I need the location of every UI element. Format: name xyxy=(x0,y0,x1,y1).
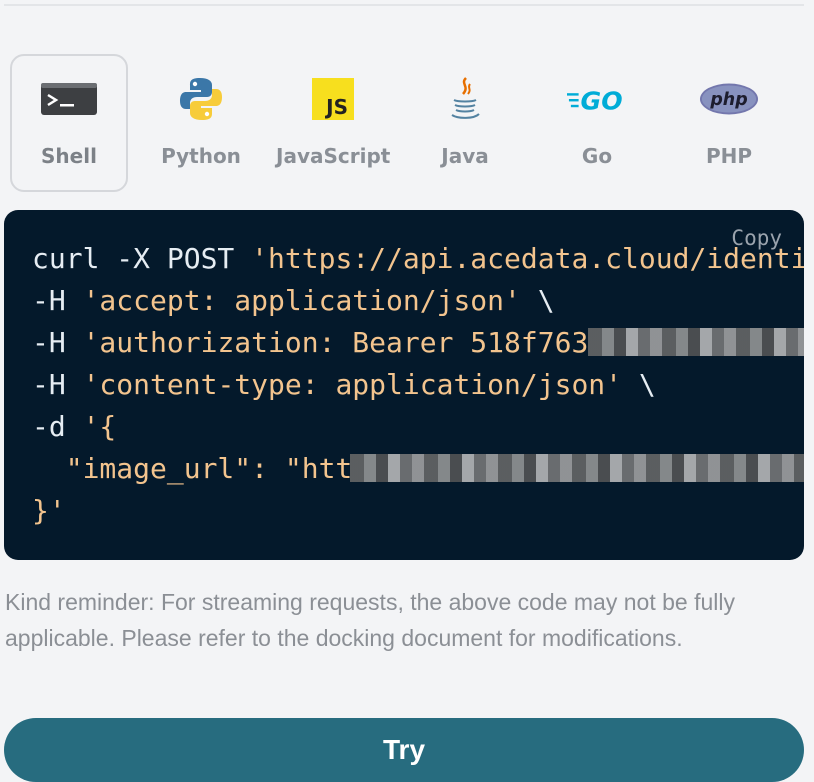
code-line-6: "image_url": "htt xyxy=(32,452,353,485)
php-icon-text: php xyxy=(709,90,747,110)
code-snippet: curl -X POST 'https://api.acedata.cloud/… xyxy=(32,238,804,532)
tab-label: JavaScript xyxy=(276,144,391,168)
code-block: Copy curl -X POST 'https://api.acedata.c… xyxy=(4,210,804,560)
code-line-2: -H 'accept: application/json' \ xyxy=(32,284,555,317)
tab-python[interactable]: Python xyxy=(142,54,260,192)
language-tabs: Shell Python JS JavaScript Java GO Go ph… xyxy=(4,54,804,194)
java-icon xyxy=(435,76,495,122)
code-line-4: -H 'content-type: application/json' \ xyxy=(32,368,656,401)
top-divider xyxy=(4,4,804,6)
tab-label: Java xyxy=(441,144,489,168)
tab-label: Python xyxy=(161,144,241,168)
code-line-5: -d '{ xyxy=(32,410,117,443)
redacted-url xyxy=(350,454,804,482)
tab-javascript[interactable]: JS JavaScript xyxy=(274,54,392,192)
javascript-icon: JS xyxy=(303,76,363,122)
python-icon xyxy=(171,76,231,122)
try-button[interactable]: Try xyxy=(4,718,804,782)
go-icon: GO xyxy=(567,76,627,122)
tab-php[interactable]: php PHP xyxy=(670,54,788,192)
tab-label: PHP xyxy=(705,144,753,168)
go-icon-text: GO xyxy=(581,87,623,114)
php-icon: php xyxy=(699,76,759,122)
terminal-icon xyxy=(39,76,99,122)
code-line-3: -H 'authorization: Bearer 518f763 xyxy=(32,326,589,359)
kind-reminder: Kind reminder: For streaming requests, t… xyxy=(5,589,735,651)
tab-java[interactable]: Java xyxy=(406,54,524,192)
tab-label: Go xyxy=(581,144,613,168)
redacted-token xyxy=(588,328,804,356)
tab-shell[interactable]: Shell xyxy=(10,54,128,192)
code-line-1: curl -X POST 'https://api.acedata.cloud/… xyxy=(32,242,804,275)
tab-go[interactable]: GO Go xyxy=(538,54,656,192)
code-line-7: }' xyxy=(32,494,66,527)
javascript-icon-text: JS xyxy=(324,95,348,119)
tab-label: Shell xyxy=(41,144,97,168)
